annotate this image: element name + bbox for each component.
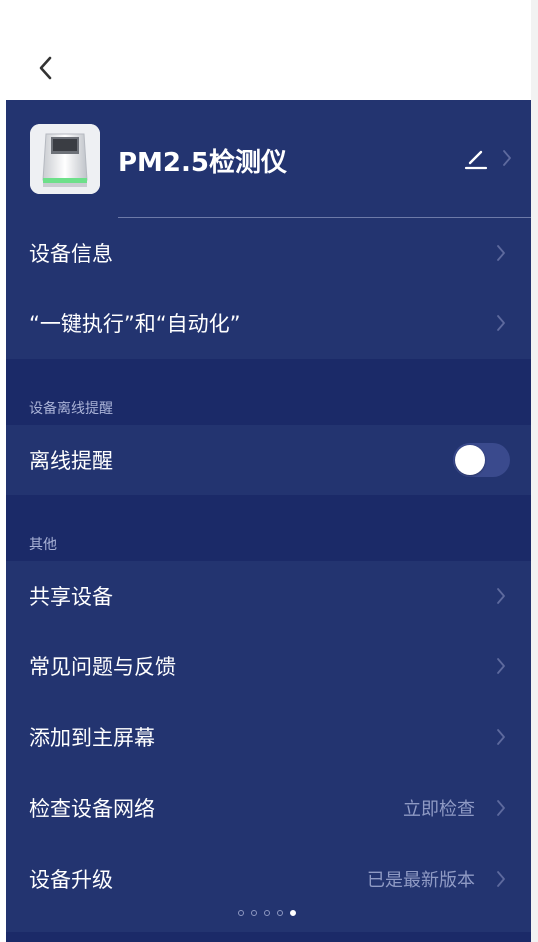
other-settings-card: 共享设备 常见问题与反馈 添加到主屏幕 检查设备网络 立即检查 设备升级 已是最… (6, 561, 531, 932)
chevron-right-icon (497, 245, 505, 261)
row-label: 共享设备 (29, 585, 113, 609)
section-title: 设备离线提醒 (29, 401, 113, 417)
chevron-right-icon (497, 729, 505, 745)
offline-section-header: 设备离线提醒 (6, 359, 531, 425)
row-label: 检查设备网络 (29, 797, 155, 821)
bottom-edge (6, 932, 531, 942)
row-label: 设备信息 (29, 242, 113, 266)
toggle-knob (455, 445, 485, 475)
page-dot (251, 910, 257, 916)
faq-feedback-row[interactable]: 常见问题与反馈 (6, 631, 531, 701)
section-title: 其他 (29, 537, 57, 553)
scenes-automation-row[interactable]: “一键执行”和“自动化” (6, 288, 531, 358)
back-button[interactable] (30, 48, 64, 88)
chevron-right-icon (503, 150, 511, 166)
settings-screen: PM2.5检测仪 设备信息 “一键执行”和“自动化” 设备离线提醒 离线提醒 其… (6, 100, 531, 942)
row-label: 离线提醒 (29, 449, 113, 473)
add-to-home-row[interactable]: 添加到主屏幕 (6, 702, 531, 772)
offline-reminder-row: 离线提醒 (6, 425, 531, 495)
firmware-upgrade-row[interactable]: 设备升级 已是最新版本 (6, 844, 531, 914)
page-dot-active (290, 910, 296, 916)
chevron-right-icon (497, 588, 505, 604)
device-header: PM2.5检测仪 (6, 100, 531, 218)
share-device-row[interactable]: 共享设备 (6, 561, 531, 631)
chevron-right-icon (497, 658, 505, 674)
screen-edge (531, 0, 538, 942)
pencil-icon (464, 150, 488, 170)
device-name: PM2.5检测仪 (118, 148, 287, 178)
check-network-row[interactable]: 检查设备网络 立即检查 (6, 773, 531, 843)
row-label: 设备升级 (29, 868, 113, 892)
chevron-right-icon (497, 800, 505, 816)
offline-reminder-toggle[interactable] (453, 443, 510, 477)
page-dot (264, 910, 270, 916)
row-label: “一键执行”和“自动化” (29, 312, 241, 336)
chevron-left-icon (39, 56, 52, 80)
offline-reminder-card: 离线提醒 (6, 425, 531, 495)
air-quality-monitor-icon (30, 124, 100, 194)
other-section-header: 其他 (6, 495, 531, 561)
row-value: 已是最新版本 (367, 870, 475, 891)
row-label: 常见问题与反馈 (29, 655, 176, 679)
chevron-right-icon (497, 315, 505, 331)
row-label: 添加到主屏幕 (29, 726, 155, 750)
top-navigation-bar (0, 0, 538, 100)
row-value: 立即检查 (403, 799, 475, 820)
page-dot (238, 910, 244, 916)
chevron-right-icon (497, 871, 505, 887)
rename-button[interactable] (462, 144, 518, 174)
page-dot (277, 910, 283, 916)
device-settings-card: 设备信息 “一键执行”和“自动化” (6, 218, 531, 359)
device-info-row[interactable]: 设备信息 (6, 218, 531, 288)
